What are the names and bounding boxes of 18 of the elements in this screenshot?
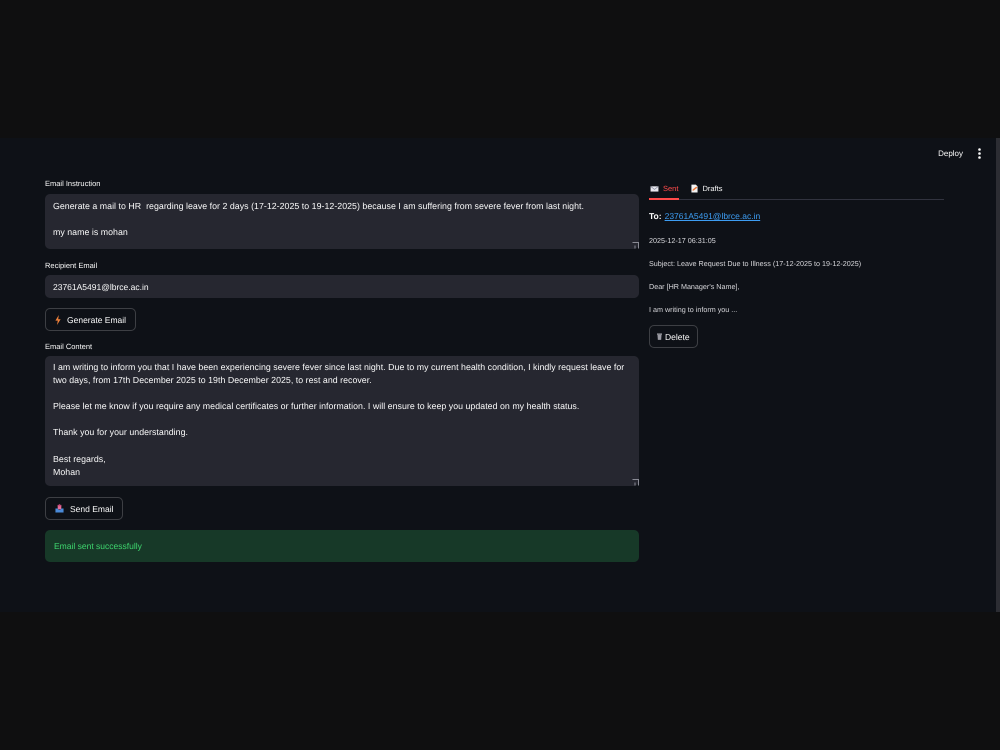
more-menu-icon[interactable] bbox=[978, 148, 981, 158]
resize-handle-icon[interactable] bbox=[632, 479, 639, 486]
generate-email-button[interactable]: Generate Email bbox=[45, 308, 136, 331]
resize-handle-icon[interactable] bbox=[632, 242, 639, 249]
send-email-button[interactable]: Send Email bbox=[45, 497, 124, 520]
delete-button[interactable]: Delete bbox=[649, 325, 698, 348]
lightning-icon bbox=[55, 314, 61, 324]
wastebasket-icon bbox=[657, 333, 662, 340]
document-icon bbox=[691, 184, 698, 192]
envelope-icon bbox=[650, 184, 659, 192]
recipient-field[interactable]: 23761A5491@lbrce.ac.in bbox=[45, 275, 639, 298]
recipient-link[interactable]: 23761A5491@lbrce.ac.in bbox=[664, 210, 760, 223]
alert-message: Email sent successfully bbox=[54, 541, 142, 551]
outbox-tray-icon bbox=[55, 504, 64, 513]
to-label: To: bbox=[649, 210, 662, 223]
email-content-field[interactable]: I am writing to inform you that I have been experiencing severe fever since last night. Due to my current health condition, I kindly request leave for two days, from 17th December 2025 to 19th December 2025, to rest and recover. Please let me know if you require any medical certificates or further information. I will ensure to keep you updated on my health status. Thank you for your understanding. Best regards, Mohan bbox=[45, 356, 639, 486]
deploy-button[interactable]: Deploy bbox=[935, 146, 966, 160]
instruction-field[interactable]: Generate a mail to HR regarding leave for 2 days (17-12-2025 to 19-12-2025) because I am suffering from severe fever from last night. my name is mohan bbox=[45, 194, 639, 249]
